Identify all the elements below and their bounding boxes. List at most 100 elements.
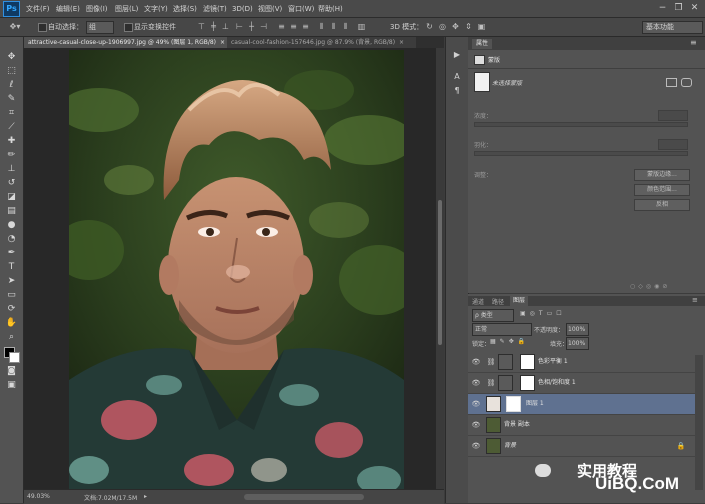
menu-layer[interactable]: 图层(L) [115, 3, 138, 15]
lasso-tool-icon[interactable]: ℓ [4, 79, 19, 91]
layer-filter-kind[interactable]: ρ 类型 [472, 309, 514, 322]
visibility-eye-icon[interactable]: 👁 [471, 441, 481, 451]
minimize-button[interactable]: − [656, 2, 669, 14]
hand-tool-icon[interactable]: ✋ [4, 317, 19, 329]
menu-3d[interactable]: 3D(D) [232, 3, 253, 15]
layer-mask-thumbnail[interactable] [506, 396, 521, 412]
layer-mask-thumbnail[interactable] [520, 354, 535, 370]
tab-close-icon[interactable]: × [220, 39, 225, 46]
layers-panel-menu-icon[interactable]: ≡ [692, 296, 698, 304]
3d-slide-icon[interactable]: ⇕ [463, 22, 474, 32]
zoom-tool-icon[interactable]: ⌕ [4, 331, 19, 343]
3d-scale-icon[interactable]: ▣ [476, 22, 487, 32]
tab-properties[interactable]: 属性 [472, 39, 493, 49]
dodge-tool-icon[interactable]: ◔ [4, 233, 19, 245]
move-tool-icon[interactable]: ✥ [4, 51, 19, 63]
menu-view[interactable]: 视图(V) [258, 3, 282, 15]
workspace-dropdown[interactable]: 基本功能 [642, 21, 703, 34]
play-icon[interactable]: ▶ [451, 49, 463, 61]
align-left-icon[interactable]: ⊢ [234, 22, 245, 32]
opacity-field[interactable]: 100% [566, 323, 589, 336]
layer-mask-thumbnail[interactable] [520, 375, 535, 391]
auto-align-icon[interactable]: ▥ [356, 22, 367, 32]
show-transform-checkbox[interactable] [124, 23, 133, 32]
menu-type[interactable]: 文字(Y) [144, 3, 168, 15]
align-middle-icon[interactable]: ╪ [208, 22, 219, 32]
3d-rotate-icon[interactable]: ↻ [424, 22, 435, 32]
layer-row[interactable]: 👁 背景 🔒 [468, 436, 695, 457]
layer-row[interactable]: 👁 ⛓ 色相/饱和度 1 [468, 373, 695, 394]
menu-image[interactable]: 图像(I) [86, 3, 108, 15]
layer-thumbnail[interactable] [486, 396, 501, 412]
3d-roll-icon[interactable]: ◎ [437, 22, 448, 32]
layer-thumbnail[interactable] [486, 438, 501, 454]
history-brush-tool-icon[interactable]: ↺ [4, 177, 19, 189]
distribute-bottom-icon[interactable]: ≡ [300, 22, 311, 32]
pixel-mask-icon[interactable] [666, 78, 677, 87]
layer-filter-icons[interactable]: ▣◎T▭☐ [520, 310, 610, 319]
feather-slider[interactable] [474, 151, 688, 156]
menu-filter[interactable]: 滤镜(T) [203, 3, 227, 15]
gradient-tool-icon[interactable]: ▤ [4, 205, 19, 217]
document-photo[interactable] [69, 50, 404, 490]
blend-mode-dropdown[interactable]: 正常 [472, 323, 532, 336]
path-select-tool-icon[interactable]: ➤ [4, 275, 19, 287]
paragraph-panel-icon[interactable]: ¶ [451, 85, 463, 97]
link-icon[interactable]: ⛓ [486, 378, 496, 388]
quick-select-tool-icon[interactable]: ✎ [4, 93, 19, 105]
distribute-middle-icon[interactable]: ≡ [288, 22, 299, 32]
tab-paths[interactable]: 路径 [492, 297, 504, 306]
3d-pan-icon[interactable]: ✥ [450, 22, 461, 32]
blur-tool-icon[interactable]: ● [4, 219, 19, 231]
invert-button[interactable]: 反相 [634, 199, 690, 211]
3d-tool-icon[interactable]: ⟳ [4, 303, 19, 315]
fill-field[interactable]: 100% [566, 337, 589, 350]
brush-tool-icon[interactable]: ✏ [4, 149, 19, 161]
crop-tool-icon[interactable]: ⌗ [4, 107, 19, 119]
close-window-button[interactable]: ✕ [688, 2, 701, 14]
link-icon[interactable]: ⛓ [486, 357, 496, 367]
tab-document-1[interactable]: attractive-casual-close-up-1906997.jpg @… [24, 37, 228, 48]
density-slider[interactable] [474, 122, 688, 127]
marquee-tool-icon[interactable]: ⬚ [4, 65, 19, 77]
feather-field[interactable] [658, 139, 688, 150]
layer-row-selected[interactable]: 👁 图层 1 [468, 394, 695, 415]
zoom-level[interactable]: 49.03% [27, 493, 50, 500]
layer-thumbnail[interactable] [486, 417, 501, 433]
align-center-icon[interactable]: ┼ [246, 22, 257, 32]
align-top-icon[interactable]: ⊤ [196, 22, 207, 32]
character-panel-icon[interactable]: A [451, 71, 463, 83]
background-color-swatch[interactable] [9, 352, 20, 363]
auto-select-dropdown[interactable]: 组 [86, 21, 114, 34]
align-bottom-icon[interactable]: ⊥ [220, 22, 231, 32]
eraser-tool-icon[interactable]: ◪ [4, 191, 19, 203]
vector-mask-icon[interactable] [681, 78, 692, 87]
horizontal-scroll-thumb[interactable] [244, 494, 364, 500]
menu-file[interactable]: 文件(F) [26, 3, 50, 15]
pen-tool-icon[interactable]: ✒ [4, 247, 19, 259]
panel-menu-icon[interactable]: ≡ [690, 38, 697, 47]
menu-edit[interactable]: 编辑(E) [56, 3, 80, 15]
color-range-button[interactable]: 颜色范围... [634, 184, 690, 196]
layer-name[interactable]: 图层 1 [526, 399, 544, 409]
layer-row[interactable]: 👁 ⛓ 色彩平衡 1 [468, 352, 695, 373]
properties-footer-icons[interactable]: ○◇◎◉⊘ [630, 283, 700, 291]
visibility-eye-icon[interactable]: 👁 [471, 399, 481, 409]
layer-name[interactable]: 背景 [504, 441, 516, 451]
distribute-right-icon[interactable]: ⫴ [340, 22, 351, 32]
menu-select[interactable]: 选择(S) [173, 3, 197, 15]
align-right-icon[interactable]: ⊣ [258, 22, 269, 32]
tab-layers[interactable]: 图层 [510, 296, 529, 306]
visibility-eye-icon[interactable]: 👁 [471, 357, 481, 367]
distribute-center-icon[interactable]: ⫴ [328, 22, 339, 32]
layer-name[interactable]: 色彩平衡 1 [538, 357, 568, 367]
quick-mask-icon[interactable]: ◙ [4, 365, 19, 377]
mask-edge-button[interactable]: 蒙版边缘... [634, 169, 690, 181]
shape-tool-icon[interactable]: ▭ [4, 289, 19, 301]
tab-document-2[interactable]: casual-cool-fashion-157646.jpg @ 87.9% (… [227, 37, 416, 48]
distribute-top-icon[interactable]: ≡ [276, 22, 287, 32]
menu-help[interactable]: 帮助(H) [318, 3, 343, 15]
auto-select-checkbox[interactable] [38, 23, 47, 32]
tab-close-icon[interactable]: × [399, 39, 404, 46]
move-tool-preset-icon[interactable]: ✥▾ [6, 22, 24, 32]
